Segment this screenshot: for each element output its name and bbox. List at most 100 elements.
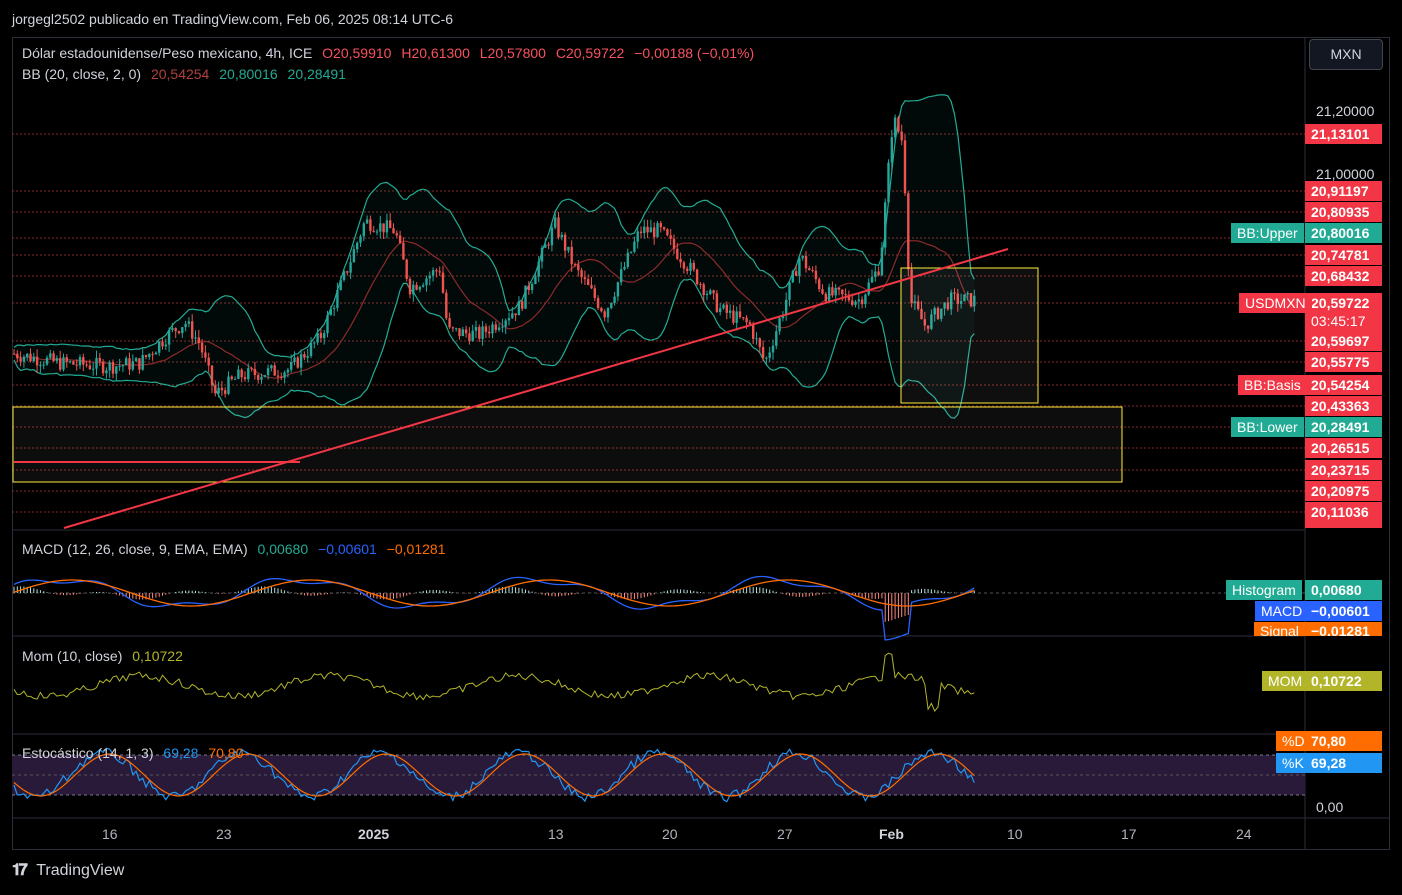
candle-body [22, 356, 26, 362]
price-level-label[interactable]: 20,20975 [1305, 481, 1382, 501]
candle-body [501, 326, 504, 328]
candle-body [151, 353, 154, 355]
mom-value-label[interactable]: 0,10722 [1305, 671, 1382, 691]
time-tick: 16 [102, 826, 118, 842]
candle-body [804, 255, 808, 269]
candle-body [210, 365, 214, 386]
bb-legend[interactable]: BB (20, close, 2, 0) 20,54254 20,80016 2… [22, 66, 352, 82]
candle-body [818, 279, 821, 290]
stoch-d-value-label[interactable]: 70,80 [1305, 731, 1382, 751]
candle-body [299, 354, 303, 368]
candle-body [735, 311, 738, 323]
candle-body [174, 327, 177, 332]
candle-body [402, 242, 405, 260]
candle-body [620, 269, 623, 283]
candle-body [35, 356, 39, 366]
bb-lower-price-label[interactable]: 20,28491 [1305, 417, 1382, 437]
macd-value-label[interactable]: −0,00601 [1305, 601, 1382, 621]
candle-body [841, 289, 844, 295]
time-tick-year: 2025 [358, 826, 390, 842]
price-level-label[interactable]: 20,11036 [1305, 502, 1382, 528]
price-level-label[interactable]: 20,68432 [1305, 266, 1382, 286]
candle-body [164, 344, 167, 347]
price-level-label[interactable]: 20,91197 [1305, 181, 1382, 201]
candle-body [85, 364, 88, 366]
price-level-label[interactable]: 20,80935 [1305, 202, 1382, 222]
candle-body [860, 299, 864, 305]
tradingview-logo[interactable]: 𝟏𝟕 TradingView [12, 862, 124, 880]
candle-body [722, 304, 725, 309]
candle-body [62, 357, 65, 370]
time-tick-month: Feb [879, 826, 904, 842]
price-level-label[interactable]: 20,59697 [1305, 331, 1382, 351]
candle-body [596, 298, 600, 308]
bb-upper-price-label[interactable]: 20,80016 [1305, 223, 1382, 243]
signal-value-label[interactable]: −0,01281 [1305, 622, 1382, 636]
bb-basis-price-label[interactable]: 20,54254 [1305, 375, 1382, 395]
candle-body [877, 271, 880, 276]
candle-body [134, 358, 138, 362]
stoch-legend[interactable]: Estocástico (14, 1, 3) 69,28 70,80 [22, 745, 249, 761]
candle-body [738, 311, 742, 318]
candle-body [293, 357, 296, 362]
price-level-label[interactable]: 20,26515 [1305, 438, 1382, 458]
candle-body [121, 365, 125, 367]
current-price-label[interactable]: 20,59722 03:45:17 [1305, 293, 1382, 333]
mom-legend[interactable]: Mom (10, close) 0,10722 [22, 648, 189, 664]
stoch-k-value-label[interactable]: 69,28 [1305, 753, 1382, 773]
histogram-value-label[interactable]: 0,00680 [1305, 580, 1382, 600]
time-tick: 10 [1007, 826, 1023, 842]
candle-body [814, 270, 818, 280]
candle-body [646, 226, 649, 233]
candle-body [900, 131, 903, 141]
price-level-label[interactable]: 20,55775 [1305, 352, 1382, 372]
candle-body [600, 307, 603, 312]
candle-body [356, 242, 359, 250]
candle-body [702, 284, 705, 296]
candle-body [497, 327, 501, 330]
candle-body [880, 247, 884, 276]
candle-body [629, 251, 633, 253]
candle-body [788, 282, 791, 300]
candle-body [247, 368, 250, 380]
candle-body [283, 372, 286, 378]
candle-body [263, 375, 266, 377]
candle-body [884, 202, 887, 248]
currency-button[interactable]: MXN [1309, 39, 1383, 70]
candle-body [540, 247, 544, 262]
price-level-label[interactable]: 20,23715 [1305, 460, 1382, 480]
candle-body [695, 269, 699, 285]
candle-body [643, 226, 646, 233]
symbol-legend[interactable]: Dólar estadounidense/Peso mexicano, 4h, … [22, 45, 760, 61]
candle-body [504, 320, 507, 327]
candle-body [280, 376, 283, 378]
candle-body [728, 310, 732, 313]
candle-body [768, 352, 771, 358]
price-level-label[interactable]: 20,74781 [1305, 245, 1382, 265]
candle-body [752, 324, 755, 339]
range-rectangle [12, 406, 1123, 483]
candle-body [422, 285, 425, 287]
candle-body [903, 140, 907, 194]
price-level-label[interactable]: 21,13101 [1305, 124, 1382, 144]
candle-body [349, 262, 352, 273]
candle-body [534, 276, 537, 284]
candle-body [171, 327, 174, 331]
macd-pane [12, 575, 1305, 641]
price-level-label[interactable]: 20,43363 [1305, 396, 1382, 416]
candle-body [725, 304, 728, 313]
candle-body [438, 271, 441, 273]
candle-body [105, 370, 108, 374]
candle-body [42, 364, 45, 366]
candle-body [336, 289, 339, 308]
bb-fill [14, 94, 975, 419]
macd-legend[interactable]: MACD (12, 26, close, 9, EMA, EMA) 0,0068… [22, 541, 452, 557]
candle-body [593, 288, 596, 299]
candle-body [214, 385, 217, 394]
candle-body [798, 258, 801, 276]
candle-body [824, 293, 827, 302]
candle-body [666, 229, 669, 236]
candle-body [755, 338, 758, 340]
candle-body [491, 324, 494, 334]
candle-body [679, 258, 682, 263]
